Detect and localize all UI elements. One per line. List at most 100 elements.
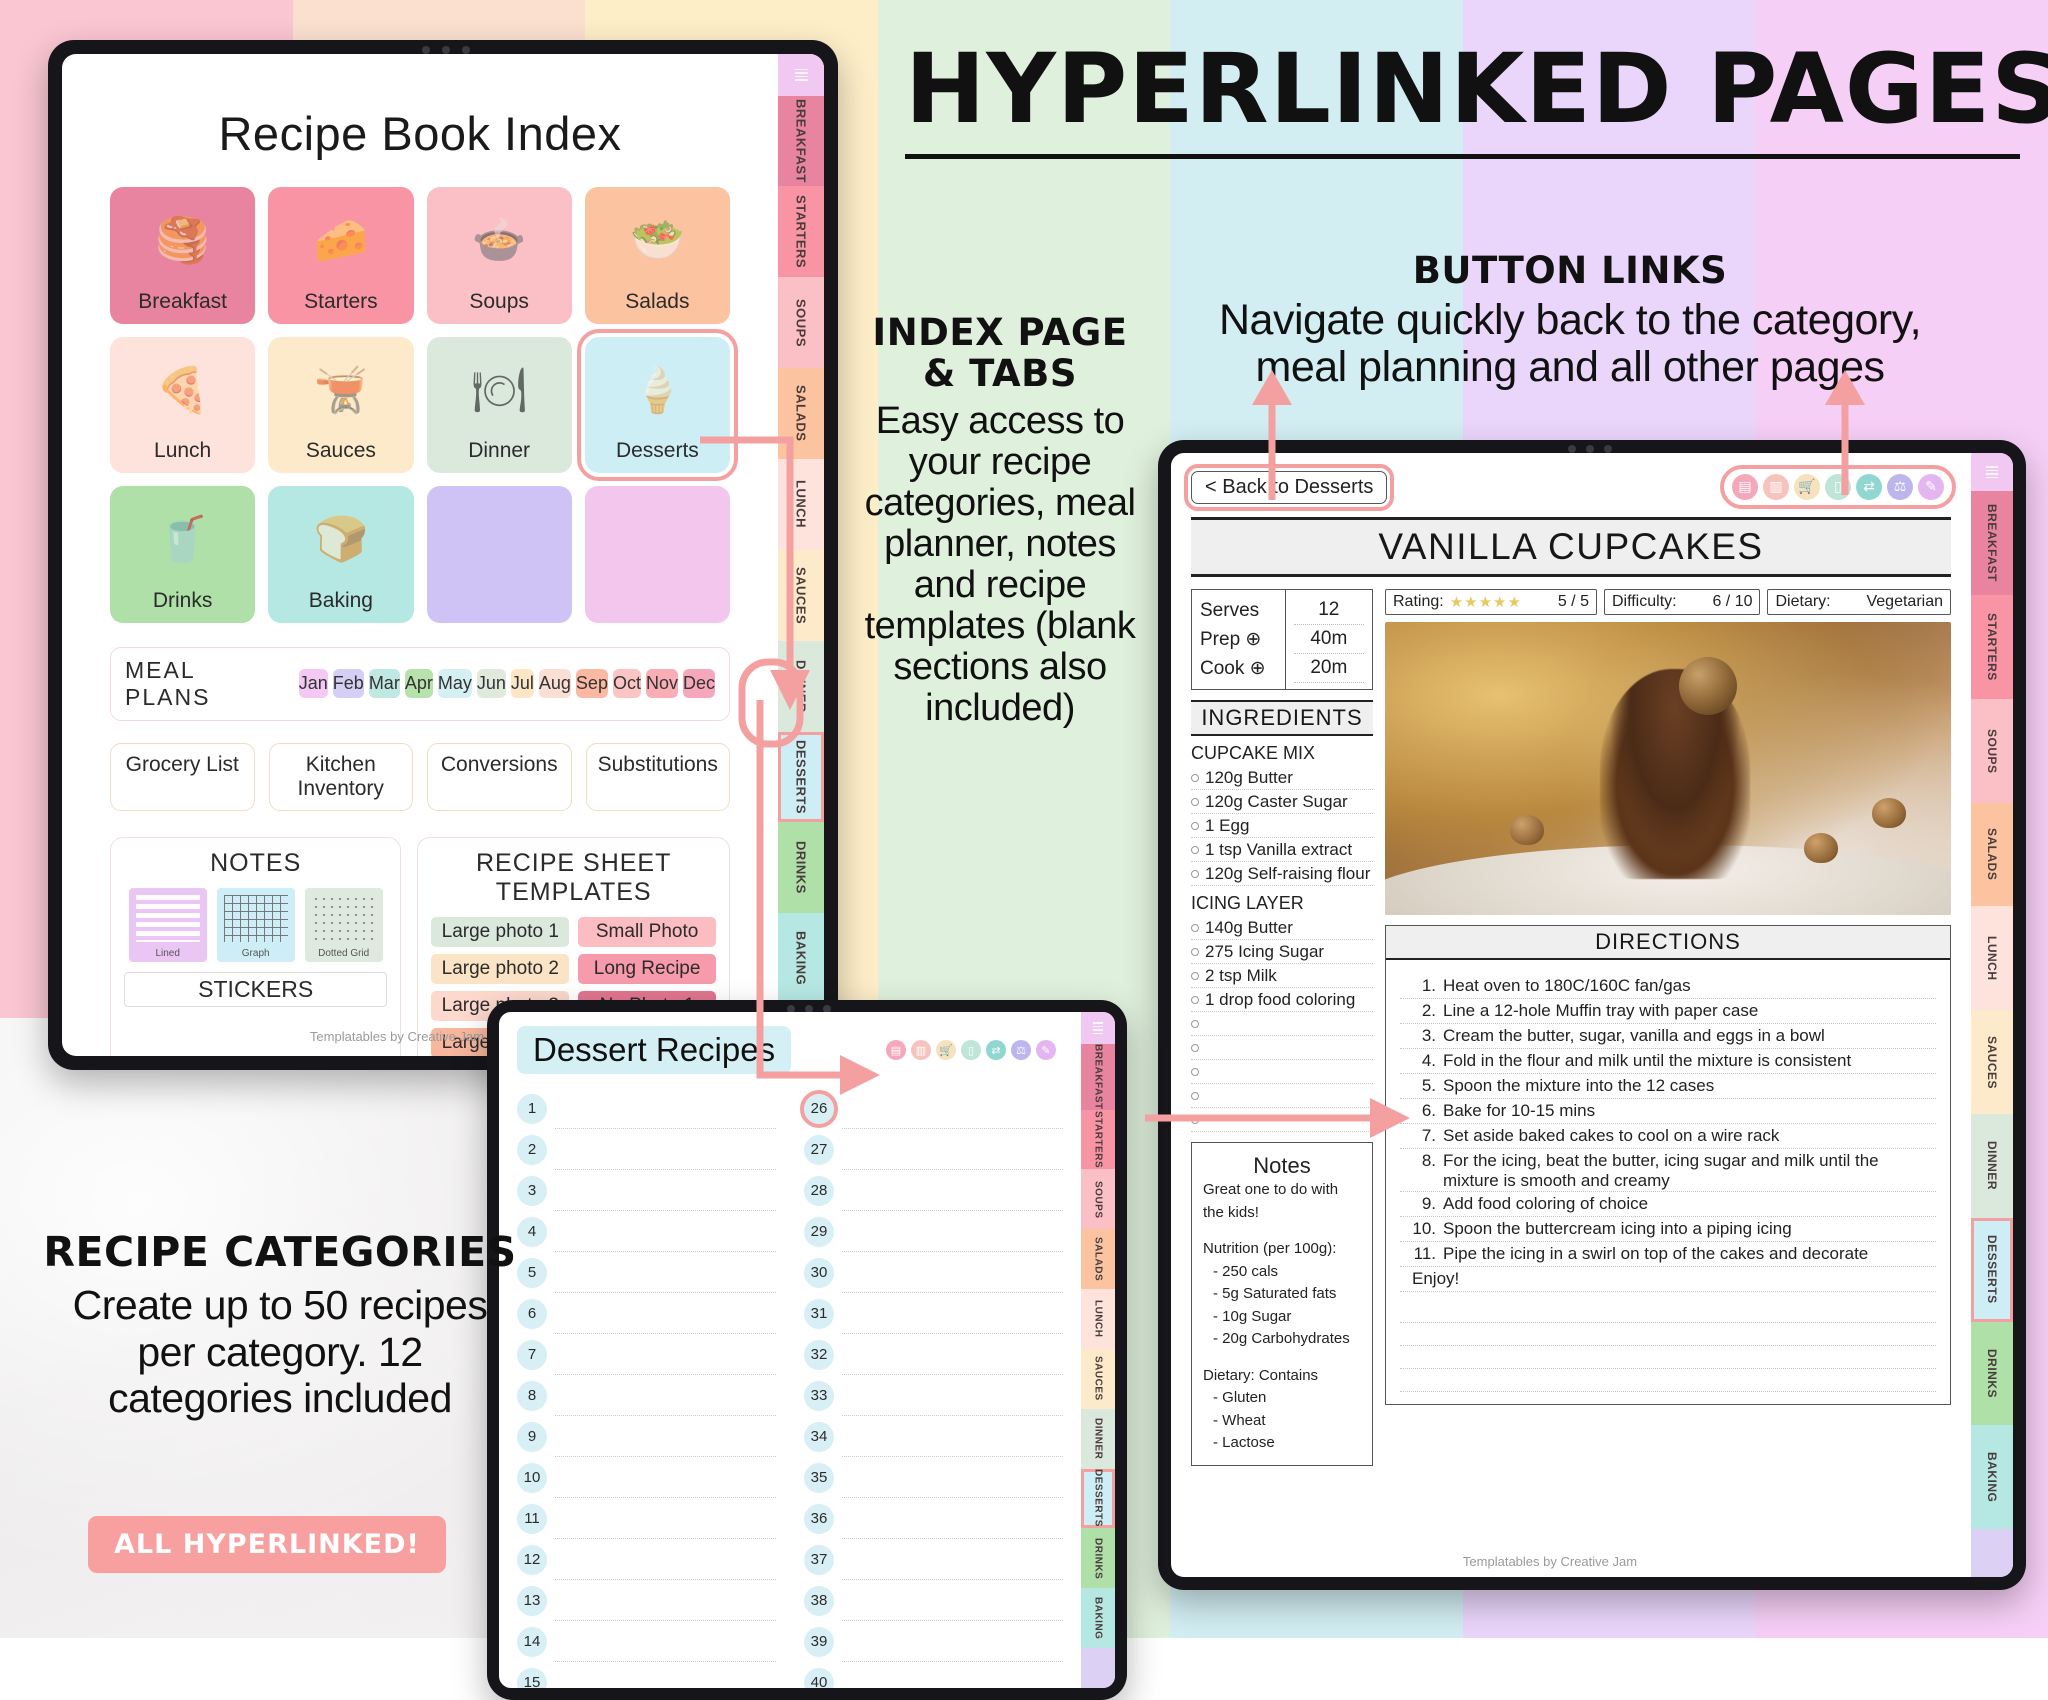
dessert-list-row[interactable]: 8 bbox=[517, 1375, 776, 1416]
rail-tab-soups[interactable]: SOUPS bbox=[1081, 1169, 1115, 1230]
dessert-list-number[interactable]: 32 bbox=[804, 1339, 834, 1370]
rail-menu-icon[interactable] bbox=[1971, 453, 2013, 492]
dessert-list-line[interactable] bbox=[842, 1681, 1063, 1688]
month-chip-mar[interactable]: Mar bbox=[368, 669, 400, 699]
ingredient-row[interactable]: 120g Caster Sugar bbox=[1191, 790, 1373, 814]
dessert-list-number[interactable]: 37 bbox=[804, 1544, 834, 1575]
dessert-list-number[interactable]: 38 bbox=[804, 1585, 834, 1616]
rail-tab-salads[interactable]: SALADS bbox=[1081, 1229, 1115, 1290]
meal-plans-bar[interactable]: MEAL PLANS Jan Feb Mar Apr May Jun Jul Aug Sep Oc… bbox=[110, 646, 730, 721]
dessert-list-line[interactable] bbox=[842, 1148, 1063, 1170]
back-to-desserts-button[interactable]: < Back to Desserts bbox=[1183, 463, 1395, 511]
edit-pencil-icon[interactable]: ✎ bbox=[1918, 474, 1944, 500]
dessert-list-row[interactable]: 4 bbox=[517, 1211, 776, 1252]
ingredient-checkbox[interactable] bbox=[1191, 1043, 1199, 1052]
category-grid[interactable]: 🥞 Breakfast 🧀 Starters 🍲 Soups 🥗 Salads 🍕 Lunch 🫕 S… bbox=[88, 187, 752, 623]
ingredient-checkbox[interactable] bbox=[1191, 1019, 1199, 1028]
rail-tab-starters[interactable]: STARTERS bbox=[1971, 595, 2013, 699]
dessert-list-number[interactable]: 36 bbox=[804, 1503, 834, 1534]
rail-tab-soups[interactable]: SOUPS bbox=[778, 277, 824, 369]
recipe-toolbar[interactable]: ▤ ▥ 🛒 ▯ ⇄ ⚖ ✎ bbox=[1720, 465, 1956, 509]
directions-blank-lines[interactable] bbox=[1386, 1300, 1950, 1404]
quick-link-conversions[interactable]: Conversions bbox=[427, 742, 572, 811]
quick-link-substitutions[interactable]: Substitutions bbox=[585, 742, 730, 811]
dessert-list-line[interactable] bbox=[555, 1517, 776, 1539]
meta-difficulty[interactable]: Difficulty: 6 / 10 bbox=[1603, 589, 1761, 615]
notes-icon[interactable]: ▥ bbox=[1763, 474, 1789, 500]
category-tile-drinks[interactable]: 🥤 Drinks bbox=[110, 486, 256, 623]
ingredient-checkbox[interactable] bbox=[1191, 869, 1199, 878]
serves-value[interactable]: 40m bbox=[1293, 625, 1364, 654]
dessert-list-row[interactable]: 39 bbox=[804, 1621, 1063, 1662]
ingredient-row[interactable] bbox=[1191, 1108, 1373, 1132]
category-tile-baking[interactable]: 🍞 Baking bbox=[268, 486, 414, 623]
notes-icon[interactable]: ▥ bbox=[911, 1040, 931, 1060]
dessert-list-column-left[interactable]: 1234567891011121314151617181920 bbox=[517, 1088, 776, 1688]
dessert-list-row[interactable]: 40 bbox=[804, 1662, 1063, 1688]
side-tab-rail[interactable]: BREAKFAST STARTERS SOUPS SALADS LUNCH SAUCES D… bbox=[778, 54, 824, 1056]
rail-menu-icon[interactable] bbox=[778, 54, 824, 96]
direction-row[interactable]: 8. For the icing, beat the butter, icing … bbox=[1400, 1149, 1936, 1192]
dessert-list-number[interactable]: 7 bbox=[517, 1339, 547, 1370]
month-chip-feb[interactable]: Feb bbox=[332, 669, 364, 699]
direction-row[interactable]: 11. Pipe the icing in a swirl on top of t… bbox=[1400, 1242, 1936, 1267]
month-chip-jun[interactable]: Jun bbox=[476, 669, 506, 699]
rail-tab-starters[interactable]: STARTERS bbox=[778, 186, 824, 278]
rail-tab-starters[interactable]: STARTERS bbox=[1081, 1109, 1115, 1170]
dessert-list-row[interactable]: 26 bbox=[800, 1088, 1063, 1129]
direction-blank-line[interactable] bbox=[1400, 1369, 1936, 1392]
dessert-list-line[interactable] bbox=[555, 1558, 776, 1580]
month-chip-aug[interactable]: Aug bbox=[538, 669, 571, 699]
dessert-list-line[interactable] bbox=[555, 1312, 776, 1334]
serves-values[interactable]: 12 40m 20m bbox=[1286, 590, 1372, 689]
month-chips[interactable]: Jan Feb Mar Apr May Jun Jul Aug Sep Oct Nov Dec bbox=[298, 669, 715, 699]
inventory-icon[interactable]: ▯ bbox=[961, 1040, 981, 1060]
dessert-side-tab-rail[interactable]: BREAKFAST STARTERS SOUPS SALADS LUNCH SAUCES D… bbox=[1081, 1012, 1115, 1688]
month-chip-jan[interactable]: Jan bbox=[298, 669, 328, 699]
template-large-photo-1[interactable]: Large photo 1 bbox=[431, 916, 570, 947]
dessert-list-row[interactable]: 32 bbox=[804, 1334, 1063, 1375]
direction-row[interactable]: 10. Spoon the buttercream icing into a pi… bbox=[1400, 1217, 1936, 1242]
dessert-list-line[interactable] bbox=[842, 1640, 1063, 1662]
dessert-list-row[interactable]: 27 bbox=[804, 1129, 1063, 1170]
month-chip-oct[interactable]: Oct bbox=[612, 669, 641, 699]
dessert-list-line[interactable] bbox=[555, 1599, 776, 1621]
category-tile-soups[interactable]: 🍲 Soups bbox=[426, 187, 572, 324]
note-thumbnails[interactable]: Lined Graph Dotted Grid bbox=[124, 887, 387, 962]
dessert-list-row[interactable]: 1 bbox=[517, 1088, 776, 1129]
template-small-photo[interactable]: Small Photo bbox=[578, 916, 717, 947]
rail-tab-breakfast[interactable]: BREAKFAST bbox=[1971, 491, 2013, 596]
ingredient-row[interactable]: 140g Butter bbox=[1191, 916, 1373, 940]
direction-row[interactable]: 2. Line a 12-hole Muffin tray with paper … bbox=[1400, 999, 1936, 1024]
dessert-list-number[interactable]: 27 bbox=[804, 1134, 834, 1165]
direction-row[interactable]: 3. Cream the butter, sugar, vanilla and e… bbox=[1400, 1024, 1936, 1049]
dessert-list-number[interactable]: 14 bbox=[517, 1626, 547, 1657]
dessert-list-line[interactable] bbox=[555, 1476, 776, 1498]
rail-tab-sauces[interactable]: SAUCES bbox=[1081, 1348, 1115, 1409]
dessert-list-line[interactable] bbox=[842, 1435, 1063, 1457]
dessert-list-number[interactable]: 31 bbox=[804, 1298, 834, 1329]
dessert-list-row[interactable]: 11 bbox=[517, 1498, 776, 1539]
edit-pencil-icon[interactable]: ✎ bbox=[1036, 1040, 1056, 1060]
rail-tab-baking[interactable]: BAKING bbox=[778, 913, 824, 1005]
rail-tab-desserts[interactable]: DESSERTS bbox=[1971, 1217, 2013, 1322]
index-icon[interactable]: ▤ bbox=[1732, 474, 1758, 500]
rail-tab-salads[interactable]: SALADS bbox=[778, 368, 824, 459]
dessert-list-row[interactable]: 15 bbox=[517, 1662, 776, 1688]
dessert-list-line[interactable] bbox=[842, 1353, 1063, 1375]
dessert-list-line[interactable] bbox=[842, 1517, 1063, 1539]
dessert-list-number[interactable]: 28 bbox=[804, 1175, 834, 1206]
rail-tab-lunch[interactable]: LUNCH bbox=[1081, 1289, 1115, 1349]
category-tile-sauces[interactable]: 🫕 Sauces bbox=[268, 336, 414, 474]
dessert-list-line[interactable] bbox=[555, 1394, 776, 1416]
month-chip-jul[interactable]: Jul bbox=[510, 669, 534, 699]
ingredient-checkbox[interactable] bbox=[1191, 797, 1199, 806]
rail-tab-salads[interactable]: SALADS bbox=[1971, 802, 2013, 907]
dessert-list-number[interactable]: 29 bbox=[804, 1216, 834, 1247]
dessert-list-row[interactable]: 36 bbox=[804, 1498, 1063, 1539]
note-thumb-lined[interactable]: Lined bbox=[128, 887, 207, 962]
dessert-list-number[interactable]: 33 bbox=[804, 1380, 834, 1411]
rail-tab-baking[interactable]: BAKING bbox=[1971, 1425, 2013, 1530]
dessert-list-line[interactable] bbox=[555, 1681, 776, 1688]
rail-tab-dinner[interactable]: DINNER bbox=[778, 640, 824, 732]
